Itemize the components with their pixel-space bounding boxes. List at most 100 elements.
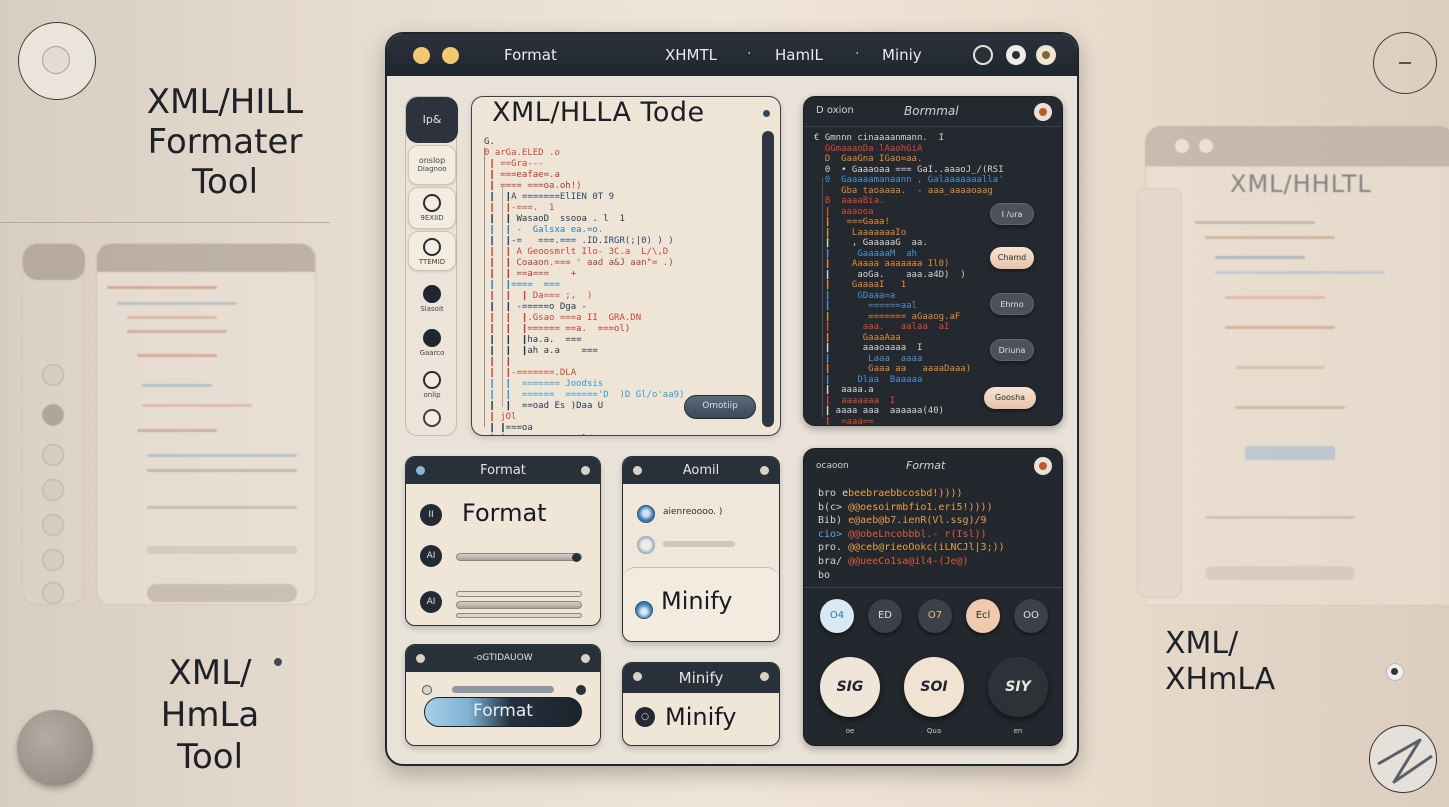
ghost-code-line — [127, 330, 227, 333]
indent-slider-knob[interactable] — [572, 553, 581, 562]
editor-action-button[interactable]: Omotiip — [684, 395, 756, 419]
code-line: ┃ Aaaaa aaaaaaa Il0) — [814, 259, 950, 269]
ghost-code-line — [1215, 271, 1385, 274]
minify-radio-icon[interactable]: ○ — [635, 707, 655, 727]
console-round-button[interactable]: ED — [868, 599, 902, 633]
ghost-button — [1205, 566, 1355, 580]
console-big-button-caption: oe — [845, 727, 855, 735]
console-line: bo — [818, 569, 1005, 583]
code-line: D GaaGna IGao=aa. — [814, 154, 923, 164]
format-label[interactable]: Format — [462, 499, 547, 527]
code-line: ┃ ======aal — [814, 301, 917, 311]
code-line: ┃ ===Gaaa! — [814, 217, 890, 227]
code-line: ┃ Dlaa Baaaaa — [814, 374, 923, 385]
toolbar-format-button[interactable]: Format — [504, 46, 557, 64]
output-button[interactable]: Goosha — [984, 387, 1036, 409]
tab-hamil[interactable]: HamIL — [775, 46, 823, 64]
minify-radio[interactable] — [635, 601, 653, 619]
wrap-field[interactable] — [456, 613, 582, 618]
minify-options-title: Aomil — [682, 463, 720, 478]
tab-xhmtl[interactable]: XHMTL — [665, 46, 717, 64]
decor-disc-bottom-left — [17, 710, 93, 786]
ghost-traffic-light — [1175, 139, 1189, 153]
minify-label[interactable]: Minify — [661, 587, 732, 615]
console-line-body: @@oesoirmbfio1.eri5!)))) — [848, 501, 993, 513]
code-line: ┃ aaaaaaa I — [814, 395, 896, 406]
code-line: ┃ GDaaa=a — [814, 290, 896, 301]
sidebar-item-swirl[interactable] — [408, 403, 456, 433]
code-line: GGmaaaoDa lAaohGiA — [814, 143, 923, 154]
editor-code[interactable]: G. 0 arGa.ELED .o ┃ ==Gra--- ┃ ===eafae=.… — [484, 137, 754, 435]
sidebar-top-button[interactable]: Ip& — [406, 97, 458, 143]
sidebar-item-onlip[interactable]: onlip — [408, 365, 456, 401]
wrap-field[interactable] — [456, 591, 582, 597]
console-line-prefix: bra/ — [818, 555, 849, 567]
header-dot-icon — [760, 466, 769, 475]
radio-option[interactable] — [637, 536, 655, 554]
output-button[interactable]: Driuna — [990, 339, 1034, 361]
editor-scrollbar[interactable] — [762, 131, 774, 427]
console-big-button[interactable]: SIG — [820, 657, 880, 717]
pause-icon[interactable]: II — [420, 504, 442, 526]
sidebar-item-gaarco[interactable]: Gaarco — [408, 323, 456, 363]
format-button[interactable]: Format — [424, 697, 582, 727]
tab-miniy[interactable]: Miniy — [882, 46, 922, 64]
code-line: G. — [484, 137, 495, 147]
hero-heading-right-bottom: XML/ XHmLA — [1165, 626, 1315, 698]
record-icon[interactable] — [1006, 45, 1026, 65]
ghost-code-line — [1225, 326, 1335, 329]
minimize-ring-button[interactable] — [1373, 32, 1437, 94]
format-progress[interactable] — [452, 686, 554, 693]
sidebar-item-label: Gaarco — [419, 349, 445, 357]
sidebar-item-ttemid[interactable]: TTEMID — [408, 231, 456, 271]
ghost-editor-bar — [97, 244, 315, 272]
wrap-slider[interactable] — [456, 601, 582, 609]
output-button[interactable]: Chamd — [990, 247, 1034, 269]
console-menu-icon[interactable] — [1034, 457, 1052, 475]
indent-icon[interactable]: AI — [420, 545, 442, 567]
console-round-button[interactable]: Ecl — [966, 599, 1000, 633]
ghost-circle-icon — [42, 514, 64, 536]
ghost-circle-icon — [42, 364, 64, 386]
console-round-button[interactable]: O4 — [820, 599, 854, 633]
console-line-prefix: Bib) — [818, 515, 849, 527]
output-code[interactable]: € Gmnnn cinaaaanmann. I GGmaaaoDa lAaohG… — [814, 133, 1004, 425]
minify-button[interactable]: Minify — [665, 703, 736, 731]
console-line-body: e@aeb@b7.ienR(Vl.ssg)/9 — [848, 515, 987, 527]
ghost-code-line — [107, 286, 217, 289]
ghost-code-line — [1235, 406, 1345, 409]
ghost-code-line — [147, 454, 297, 457]
output-button[interactable]: I /ura — [990, 203, 1034, 225]
console-code[interactable]: bro ebeebraebbcosbd!)))) b(c> @@oesoirmbf… — [818, 487, 1005, 582]
ghost-editor — [96, 243, 316, 605]
radio-option-selected[interactable] — [637, 505, 655, 523]
ghost-code-line — [1225, 296, 1325, 299]
code-line: ┃ , GaaaaaG aa. — [814, 238, 928, 248]
refresh-icon[interactable] — [973, 45, 993, 65]
window-minimize-button[interactable] — [442, 47, 459, 64]
code-line: ┃ ┃ ┃ah a.a === — [484, 346, 598, 356]
console-round-button[interactable]: O7 — [918, 599, 952, 633]
settings-icon[interactable] — [1036, 45, 1056, 65]
toggle-icon[interactable] — [422, 685, 432, 695]
sidebar-item-slasoit[interactable]: Slasoit — [408, 279, 456, 319]
code-line: Gba taoaaaa. - aaa_aaaaoaag — [814, 185, 999, 196]
sidebar-item-onslop[interactable]: onslop Diagnoo — [408, 145, 456, 185]
wrap-icon[interactable]: AI — [420, 591, 442, 613]
console-line: bra/ @@ueeCo1sa@il4-(Je@) — [818, 555, 1005, 569]
progress-end-dot — [576, 685, 586, 695]
console-divider — [804, 587, 1062, 588]
window-close-button[interactable] — [413, 47, 430, 64]
output-button[interactable]: Ehrno — [990, 293, 1034, 315]
hero-heading-line: Formater — [147, 122, 303, 162]
ghost-code-line — [147, 506, 297, 509]
console-big-button[interactable]: SIY — [988, 657, 1048, 717]
option-slider[interactable] — [663, 541, 735, 547]
indent-slider[interactable] — [456, 553, 582, 561]
output-menu-icon[interactable] — [1034, 103, 1052, 121]
sidebar-item-9exiid[interactable]: 9EXIID — [408, 187, 456, 229]
console-big-button[interactable]: SOI — [904, 657, 964, 717]
code-line: ┃ ===eafae=.a — [484, 170, 560, 180]
code-line: ┃ aaaoaaaa I — [814, 343, 923, 353]
console-round-button[interactable]: OO — [1014, 599, 1048, 633]
